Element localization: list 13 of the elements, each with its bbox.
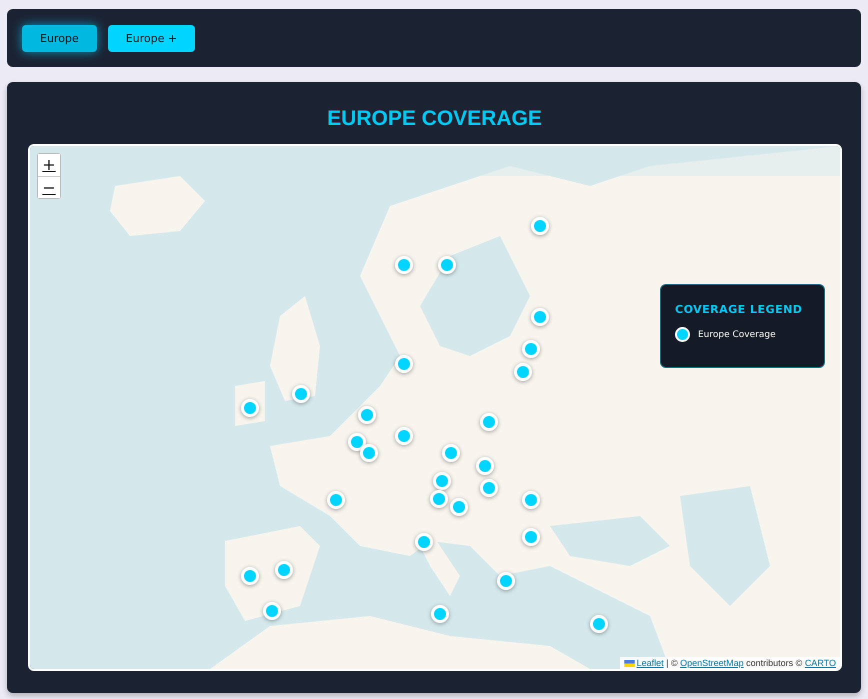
flag-icon (624, 660, 635, 666)
attribution-text: contributors © (745, 658, 804, 668)
region-tab[interactable]: Europe (22, 24, 97, 52)
map[interactable]: + − COVERAGE LEGEND Europe Coverage Leaflet | © OpenStreetMap contributors © CARTO (28, 144, 842, 671)
attribution-link[interactable]: OpenStreetMap (680, 658, 744, 668)
legend-label: Europe Coverage (698, 330, 776, 340)
attribution-text: | © (665, 658, 679, 668)
attribution-link[interactable]: Leaflet (636, 658, 664, 668)
zoom-out-button[interactable]: − (38, 176, 60, 198)
attribution-link[interactable]: CARTO (804, 658, 836, 668)
legend-title: COVERAGE LEGEND (675, 303, 804, 316)
region-tab[interactable]: Europe + (108, 24, 196, 52)
panel-title: EUROPE COVERAGE (326, 106, 543, 132)
